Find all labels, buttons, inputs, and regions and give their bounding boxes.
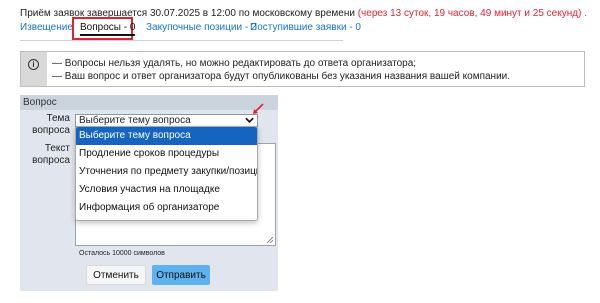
deadline-text: Приём заявок завершается 30.07.2025 в 12…: [20, 8, 355, 19]
tabs-divider: [20, 40, 343, 41]
tab-questions[interactable]: Вопросы - 0: [80, 22, 136, 36]
tab-procurement-positions[interactable]: Закупочные позиции - 2: [146, 22, 257, 33]
tab-notice[interactable]: Извещение: [20, 22, 73, 33]
text-label-line-2: вопроса: [32, 155, 70, 166]
cancel-button[interactable]: Отменить: [86, 265, 146, 285]
dropdown-option-organizer-info[interactable]: Информация об организаторе: [76, 199, 257, 217]
send-button[interactable]: Отправить: [152, 265, 210, 285]
notice-line: — Ваш вопрос и ответ организатора будут …: [52, 71, 511, 82]
notice-lines: — Вопросы нельзя удалять, но можно редак…: [52, 57, 510, 83]
dropdown-option-procurement-clarifications[interactable]: Уточнения по предмету закупки/позициям: [76, 163, 257, 181]
notice-line: — Вопросы нельзя удалять, но можно редак…: [52, 58, 417, 69]
text-label: Текст вопроса: [30, 143, 70, 167]
resize-handle-icon[interactable]: [267, 237, 273, 243]
dropdown-option-extend-deadlines[interactable]: Продление сроков процедуры: [76, 145, 257, 163]
topic-dropdown-list: Выберите тему вопроса Продление сроков п…: [75, 126, 258, 221]
dropdown-option-participation-conditions[interactable]: Условия участия на площадке: [76, 181, 257, 199]
dropdown-option-choose-topic[interactable]: Выберите тему вопроса: [76, 127, 257, 145]
chevron-down-icon: [245, 117, 254, 123]
topic-label-line-2: вопроса: [32, 125, 70, 136]
info-icon: i: [28, 59, 39, 70]
notice-icon-cell: i: [21, 52, 47, 86]
char-counter: Осталось 10000 символов: [79, 250, 165, 257]
form-header: Вопрос: [20, 95, 278, 110]
topic-select-value: Выберите тему вопроса: [79, 115, 191, 126]
topic-label: Тема вопроса: [30, 113, 70, 137]
tab-received-applications[interactable]: Поступившие заявки - 0: [250, 22, 361, 33]
info-notice: i — Вопросы нельзя удалять, но можно ред…: [20, 51, 585, 87]
deadline-remaining: (через 13 суток, 19 часов, 49 минут и 25…: [357, 8, 587, 19]
topic-label-line-1: Тема: [46, 113, 70, 124]
arrow-indicator-icon: [253, 103, 264, 114]
text-label-line-1: Текст: [44, 143, 70, 154]
